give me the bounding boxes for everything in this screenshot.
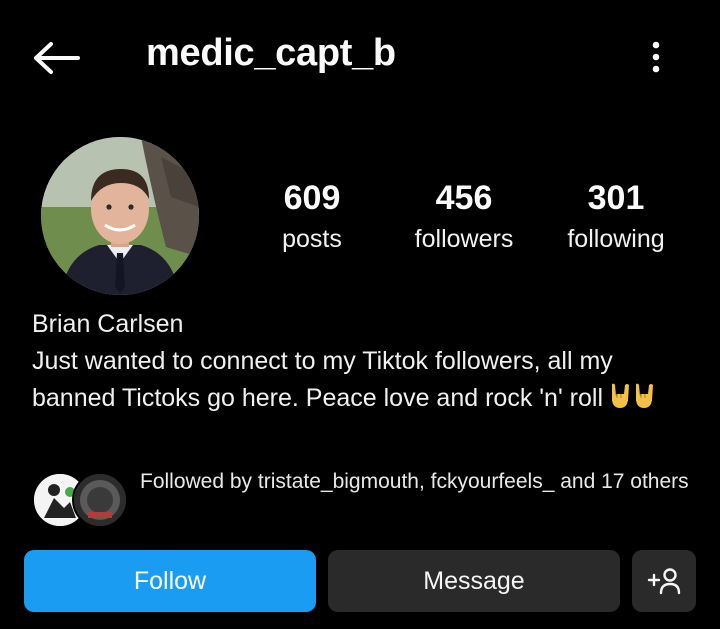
posts-count: 609 bbox=[283, 179, 341, 217]
followed-by-row[interactable]: Followed by tristate_bigmouth, fckyourfe… bbox=[32, 466, 692, 530]
following-count: 301 bbox=[587, 179, 645, 217]
profile-username: medic_capt_b bbox=[146, 32, 396, 74]
following-stat[interactable]: 301 following bbox=[550, 178, 682, 254]
followers-stat[interactable]: 456 followers bbox=[395, 178, 533, 254]
rock-on-emoji bbox=[609, 382, 655, 410]
full-name: Brian Carlsen bbox=[32, 310, 184, 338]
posts-label: posts bbox=[282, 225, 342, 253]
profile-bio: Brian Carlsen Just wanted to connect to … bbox=[32, 306, 692, 417]
suggested-users-button[interactable] bbox=[632, 550, 696, 612]
bio-text: Just wanted to connect to my Tiktok foll… bbox=[32, 347, 613, 412]
profile-photo bbox=[41, 137, 199, 295]
follow-button[interactable]: Follow bbox=[24, 550, 316, 612]
profile-header: medic_capt_b bbox=[0, 0, 720, 112]
arrow-left-icon bbox=[34, 42, 80, 74]
vertical-dots-icon bbox=[652, 41, 660, 73]
following-label: following bbox=[567, 225, 665, 253]
followers-count: 456 bbox=[435, 179, 493, 217]
message-button[interactable]: Message bbox=[328, 550, 620, 612]
add-person-icon bbox=[647, 568, 681, 595]
posts-stat: 609 posts bbox=[262, 178, 362, 254]
followers-label: followers bbox=[414, 225, 514, 253]
back-button[interactable] bbox=[30, 38, 82, 78]
profile-avatar[interactable] bbox=[41, 137, 199, 295]
mutual-followers-avatars bbox=[32, 470, 128, 528]
more-options-button[interactable] bbox=[640, 36, 672, 78]
followed-by-text: Followed by tristate_bigmouth, fckyourfe… bbox=[140, 470, 689, 493]
mutual-avatar-2 bbox=[72, 472, 128, 528]
